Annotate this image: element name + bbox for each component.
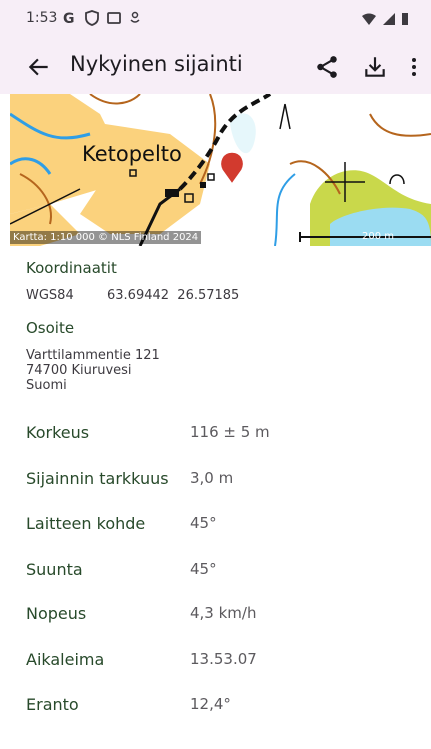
download-icon[interactable] bbox=[362, 54, 388, 80]
share-icon[interactable] bbox=[314, 54, 340, 80]
shield-icon bbox=[85, 10, 99, 26]
detail-row-speed: Nopeus 4,3 km/h bbox=[26, 604, 426, 624]
address-line: 74700 Kiuruvesi bbox=[26, 363, 132, 378]
square-icon bbox=[107, 12, 121, 24]
detail-row-accuracy: Sijainnin tarkkuus 3,0 m bbox=[26, 469, 426, 489]
address-block: Varttilammentie 121 74700 Kiuruvesi Suom… bbox=[26, 348, 160, 393]
page-title: Nykyinen sijainti bbox=[70, 52, 243, 76]
cast-icon bbox=[130, 11, 140, 23]
detail-row-altitude: Korkeus 116 ± 5 m bbox=[26, 423, 426, 443]
map-credit: Kartta: 1:10 000 © NLS Finland 2024 bbox=[10, 231, 202, 244]
coordinate-value: 63.69442 26.57185 bbox=[107, 288, 240, 303]
detail-row-direction: Suunta 45° bbox=[26, 560, 426, 580]
detail-label: Eranto bbox=[26, 695, 79, 714]
address-line: Varttilammentie 121 bbox=[26, 348, 160, 363]
wifi-icon bbox=[362, 13, 376, 25]
svg-text:G: G bbox=[63, 11, 75, 26]
map-scale-label: 200 m bbox=[362, 231, 395, 242]
map-place-label: Ketopelto bbox=[82, 142, 182, 166]
coordinate-system: WGS84 bbox=[26, 288, 74, 303]
detail-value: 4,3 km/h bbox=[190, 604, 257, 622]
address-line: Suomi bbox=[26, 378, 67, 393]
signal-icon bbox=[383, 13, 395, 25]
more-vert-icon[interactable] bbox=[404, 54, 424, 80]
detail-label: Sijainnin tarkkuus bbox=[26, 469, 169, 488]
detail-value: 116 ± 5 m bbox=[190, 423, 270, 441]
detail-label: Aikaleima bbox=[26, 650, 105, 669]
address-heading: Osoite bbox=[26, 319, 75, 337]
detail-value: 45° bbox=[190, 514, 217, 532]
status-time: 1:53 bbox=[26, 10, 58, 26]
battery-icon bbox=[402, 13, 408, 25]
detail-label: Korkeus bbox=[26, 423, 90, 442]
detail-value: 12,4° bbox=[190, 695, 231, 713]
detail-value: 45° bbox=[190, 560, 217, 578]
status-icons: G bbox=[62, 9, 142, 27]
detail-label: Nopeus bbox=[26, 604, 87, 623]
status-bar: 1:53 G bbox=[0, 0, 431, 40]
app-bar: Nykyinen sijainti bbox=[0, 40, 431, 94]
detail-value: 3,0 m bbox=[190, 469, 234, 487]
coordinates-heading: Koordinaatit bbox=[26, 259, 117, 277]
back-arrow-icon[interactable] bbox=[26, 54, 52, 80]
map-view[interactable]: Ketopelto bbox=[10, 94, 431, 246]
status-right-icons bbox=[361, 12, 409, 26]
detail-label: Suunta bbox=[26, 560, 83, 579]
detail-row-declination: Eranto 12,4° bbox=[26, 695, 426, 715]
detail-label: Laitteen kohde bbox=[26, 514, 146, 533]
google-icon: G bbox=[63, 11, 75, 26]
detail-row-device-heading: Laitteen kohde 45° bbox=[26, 514, 426, 534]
map-graphic bbox=[10, 94, 431, 246]
detail-row-timestamp: Aikaleima 13.53.07 bbox=[26, 650, 426, 670]
detail-value: 13.53.07 bbox=[190, 650, 257, 668]
